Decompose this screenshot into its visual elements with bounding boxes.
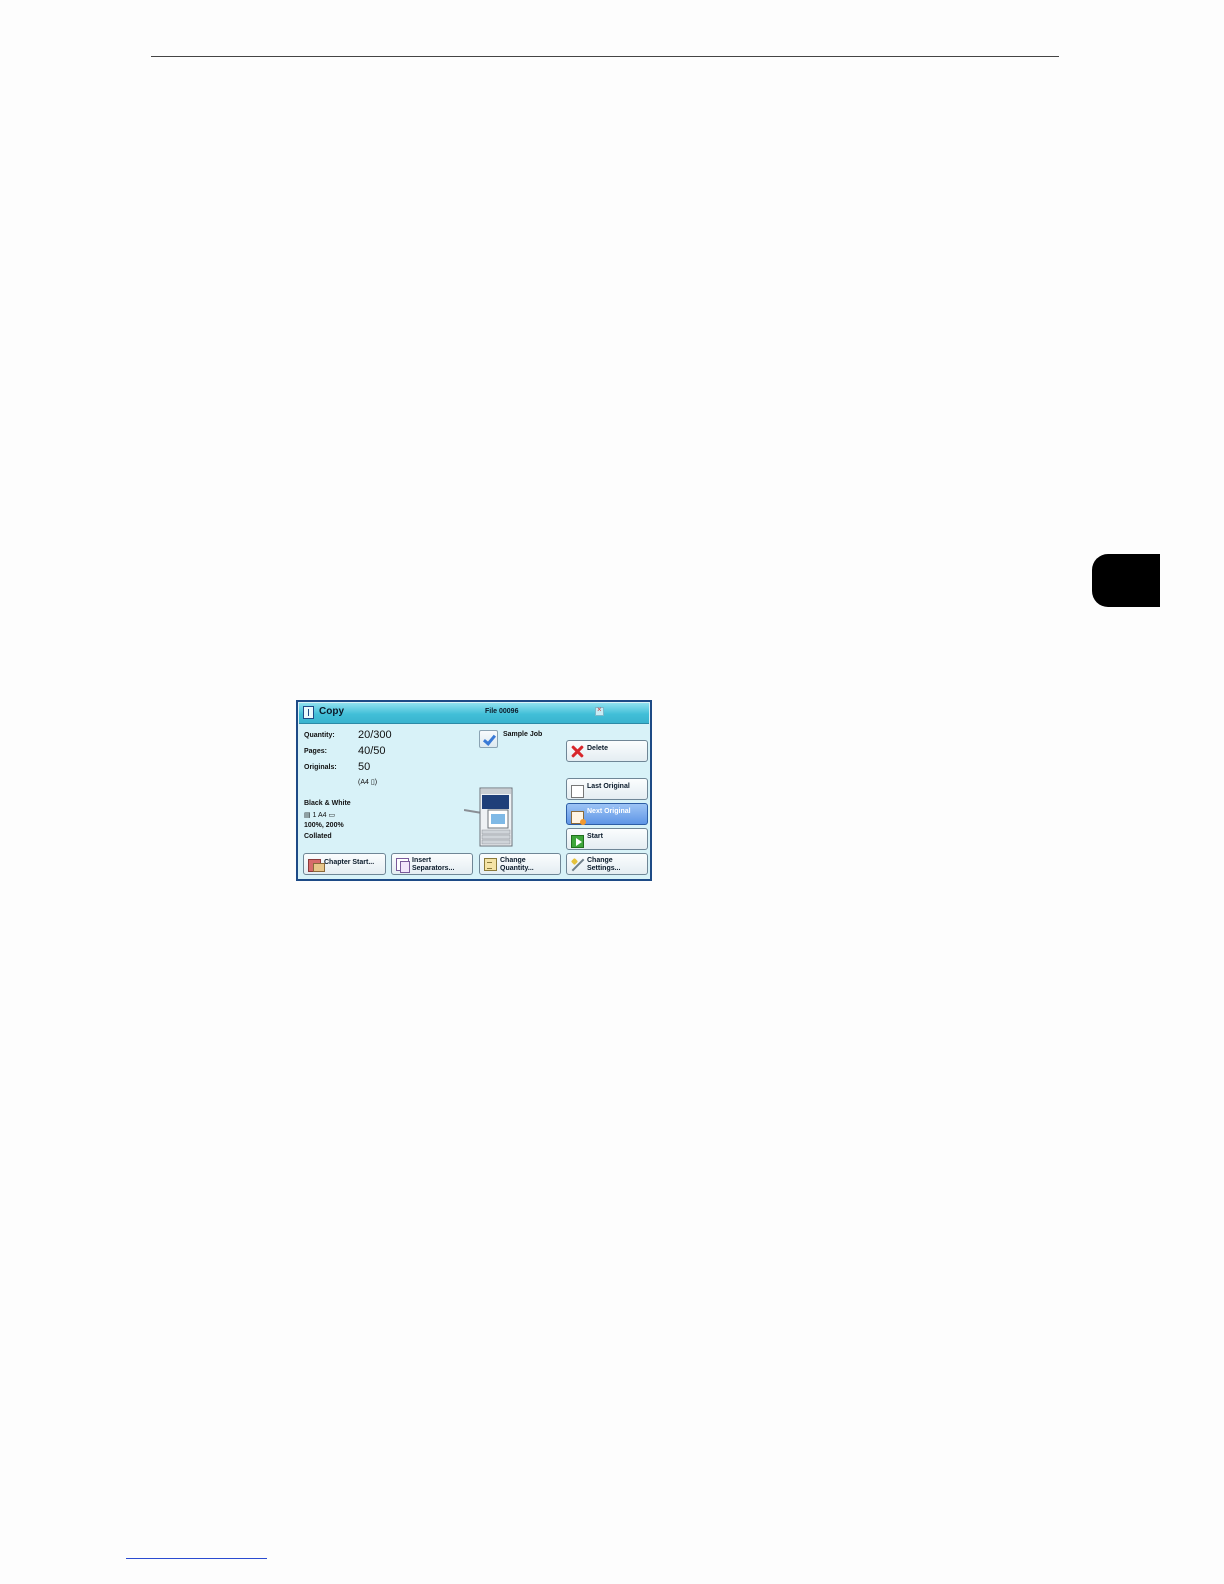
sample-job-checkbox[interactable] <box>479 730 498 748</box>
document-icon <box>571 785 584 798</box>
change-quantity-label-line2: Quantity... <box>500 865 534 872</box>
pages-value: 40/50 <box>358 745 386 757</box>
close-icon[interactable] <box>595 705 604 716</box>
chapter-tab-marker <box>1092 554 1160 607</box>
change-quantity-label-line1: Change <box>500 857 526 864</box>
originals-value: 50 <box>358 761 371 773</box>
delete-x-icon <box>571 745 584 758</box>
next-original-label: Next Original <box>587 808 631 815</box>
change-settings-label-line1: Change <box>587 857 613 864</box>
footer-link-underline <box>126 1558 267 1559</box>
quantity-label: Quantity: <box>304 732 335 739</box>
start-button[interactable]: Start <box>566 828 648 850</box>
reduce-enlarge: 100%, 200% <box>304 822 344 829</box>
last-original-button[interactable]: Last Original <box>566 778 648 800</box>
output-mode: Collated <box>304 833 332 840</box>
header-rule <box>151 56 1059 57</box>
title-bar: Copy File 00096 <box>299 703 649 724</box>
tray-paper-size: ▤ 1 A4 ▭ <box>304 812 336 819</box>
file-number: File 00096 <box>485 708 519 715</box>
chapter-start-button[interactable]: Chapter Start... <box>303 853 386 875</box>
delete-button[interactable]: Delete <box>566 740 648 762</box>
copy-icon <box>303 706 314 719</box>
insert-separators-label-line2: Separators... <box>412 865 455 872</box>
last-original-label: Last Original <box>587 783 630 790</box>
chapter-start-label: Chapter Start... <box>324 859 375 866</box>
change-settings-button[interactable]: Change Settings... <box>566 853 648 875</box>
original-size: (A4 ▯) <box>358 779 378 786</box>
insert-separators-button[interactable]: Insert Separators... <box>391 853 473 875</box>
separator-icon <box>396 858 410 873</box>
next-document-icon <box>571 811 586 825</box>
next-original-button[interactable]: Next Original <box>566 803 648 825</box>
color-mode: Black & White <box>304 800 351 807</box>
chapter-icon <box>308 859 325 872</box>
delete-label: Delete <box>587 745 609 752</box>
window-title: Copy <box>319 706 344 717</box>
change-quantity-button[interactable]: Change Quantity... <box>479 853 561 875</box>
copy-status-screen: Copy File 00096 Quantity: 20/300 Pages: … <box>296 700 652 881</box>
insert-separators-label-line1: Insert <box>412 857 432 864</box>
quantity-icon <box>484 858 497 871</box>
originals-label: Originals: <box>304 764 337 771</box>
start-label: Start <box>587 833 603 840</box>
quantity-value: 20/300 <box>358 729 392 741</box>
start-play-icon <box>571 835 584 848</box>
settings-wrench-icon <box>571 858 584 871</box>
pages-label: Pages: <box>304 748 327 755</box>
printer-illustration <box>464 787 513 847</box>
sample-job-label: Sample Job <box>503 731 543 738</box>
change-settings-label-line2: Settings... <box>587 865 621 872</box>
